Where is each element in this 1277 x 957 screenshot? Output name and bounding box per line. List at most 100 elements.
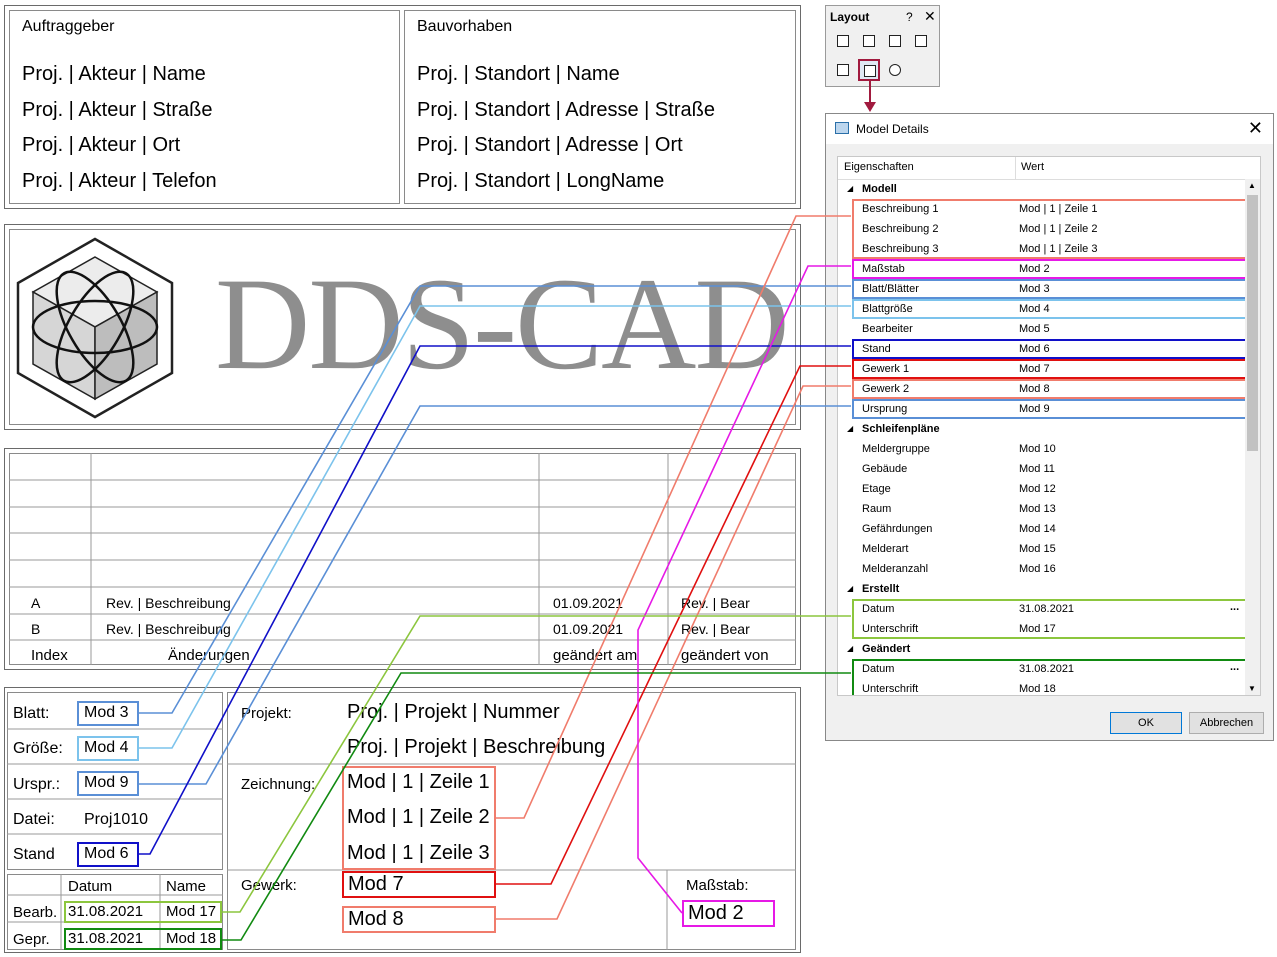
gepr-label: Gepr. <box>13 931 50 948</box>
grid-scrollbar[interactable]: ▲ ▼ <box>1245 179 1260 695</box>
property-name: Etage <box>862 483 891 495</box>
model-details-icon <box>864 65 876 77</box>
highlight-ursprung <box>852 399 1247 419</box>
dialog-title: Model Details <box>856 122 929 136</box>
collapse-triangle-icon[interactable]: ◢ <box>847 179 853 199</box>
urspr-value: Mod 9 <box>77 771 139 796</box>
model-tool-icon <box>837 35 849 47</box>
property-row[interactable]: Melderart Mod 15 <box>838 539 1248 559</box>
client-line: Proj. | Akteur | Telefon <box>22 170 217 192</box>
property-name: Gefährdungen <box>862 523 933 535</box>
property-row[interactable]: Gebäude Mod 11 <box>838 459 1248 479</box>
datei-value: Proj1010 <box>84 811 149 828</box>
category-row[interactable]: ◢ Schleifenpläne <box>838 419 1248 439</box>
gewerk-2-value: Mod 8 <box>342 906 496 933</box>
blatt-value: Mod 3 <box>77 701 139 726</box>
category-row[interactable]: ◢ Erstellt <box>838 579 1248 599</box>
layout-tool-3-button[interactable] <box>884 30 906 52</box>
collapse-triangle-icon[interactable]: ◢ <box>847 579 853 599</box>
highlight-gewerk1 <box>852 359 1247 379</box>
revision-by: Rev. | Bear <box>681 621 750 637</box>
property-name: Gebäude <box>862 463 908 475</box>
ellipsis-button[interactable]: ... <box>1230 601 1239 613</box>
layout-tool-7-button[interactable] <box>884 59 906 81</box>
category-row[interactable]: ◢ Modell <box>838 179 1248 199</box>
blatt-label: Blatt: <box>13 705 50 722</box>
layout-toolbar-title: Layout <box>830 10 870 24</box>
scroll-down-icon[interactable]: ▼ <box>1248 684 1256 693</box>
urspr-label: Urspr.: <box>13 776 61 793</box>
highlight-stand <box>852 339 1247 359</box>
revision-index: A <box>31 595 41 611</box>
cancel-button[interactable]: Abbrechen <box>1189 712 1264 734</box>
site-line: Proj. | Standort | Adresse | Straße <box>417 99 715 121</box>
stand-value: Mod 6 <box>77 842 139 867</box>
scroll-up-icon[interactable]: ▲ <box>1248 181 1256 190</box>
property-name: Geändert <box>862 643 911 655</box>
drawing-line-2: Mod | 1 | Zeile 2 <box>347 806 490 828</box>
property-row[interactable]: Raum Mod 13 <box>838 499 1248 519</box>
gewerk-label: Gewerk: <box>241 877 297 894</box>
site-title: Bauvorhaben <box>417 18 513 35</box>
gepr-name: Mod 18 <box>166 930 217 947</box>
layout-tool-2-button[interactable] <box>858 30 880 52</box>
category-row[interactable]: ◢ Geändert <box>838 639 1248 659</box>
property-value: Mod 5 <box>1019 323 1050 335</box>
logo-wordmark: DDS-CAD <box>215 250 790 397</box>
gepr-date: 31.08.2021 <box>68 930 144 947</box>
client-line: Proj. | Akteur | Name <box>22 63 206 85</box>
grid-header: Eigenschaften Wert <box>838 157 1260 180</box>
layout-tool-1-button[interactable] <box>832 30 854 52</box>
scroll-thumb[interactable] <box>1247 195 1258 451</box>
frame-tool-icon <box>915 35 927 47</box>
property-name: Schleifenpläne <box>862 423 940 435</box>
stand-label: Stand <box>13 846 55 863</box>
properties-grid: Eigenschaften Wert ◢ Modell Beschreibung 1… <box>837 156 1261 696</box>
client-line: Proj. | Akteur | Straße <box>22 99 213 121</box>
property-value: Mod 13 <box>1019 503 1056 515</box>
col-divider <box>1015 157 1016 179</box>
property-value: Mod 11 <box>1019 463 1055 475</box>
datum-header: Datum <box>68 878 113 895</box>
groesse-label: Größe: <box>13 740 63 757</box>
site-line: Proj. | Standort | LongName <box>417 170 665 192</box>
site-line: Proj. | Standort | Adresse | Ort <box>417 134 683 156</box>
dialog-close-icon[interactable]: ✕ <box>1248 118 1263 139</box>
property-value: Mod 10 <box>1019 443 1056 455</box>
bearb-name: Mod 17 <box>166 903 217 920</box>
projekt-number: Proj. | Projekt | Nummer <box>347 701 560 723</box>
collapse-triangle-icon[interactable]: ◢ <box>847 419 853 439</box>
datei-label: Datei: <box>13 811 55 828</box>
layout-tool-5-button[interactable] <box>832 59 854 81</box>
help-icon[interactable]: ? <box>906 10 913 24</box>
project-site-panel: Bauvorhaben Proj. | Standort | Name Proj… <box>404 10 796 204</box>
dialog-app-icon <box>835 122 849 134</box>
property-name: Melderart <box>862 543 909 555</box>
property-row[interactable]: Meldergruppe Mod 10 <box>838 439 1248 459</box>
property-name: Meldergruppe <box>862 443 930 455</box>
cloud-tool-icon <box>889 64 901 76</box>
massstab-label: Maßstab: <box>686 877 749 894</box>
close-icon[interactable]: ✕ <box>924 8 936 25</box>
property-row[interactable]: Bearbeiter Mod 5 <box>838 319 1248 339</box>
highlight-massstab <box>852 259 1247 279</box>
dds-logo-icon <box>16 237 174 419</box>
collapse-triangle-icon[interactable]: ◢ <box>847 639 853 659</box>
revision-header-by: geändert von <box>681 647 769 664</box>
pointer-arrow-icon <box>864 80 876 112</box>
highlight-geaendert <box>852 659 1247 695</box>
model-details-button[interactable] <box>858 59 880 81</box>
projekt-description: Proj. | Projekt | Beschreibung <box>347 736 606 758</box>
gewerk-1-value: Mod 7 <box>342 871 496 898</box>
property-name: Melderanzahl <box>862 563 929 575</box>
property-row[interactable]: Melderanzahl Mod 16 <box>838 559 1248 579</box>
highlight-blatt <box>852 279 1247 299</box>
layout-tool-4-button[interactable] <box>910 30 932 52</box>
property-row[interactable]: Etage Mod 12 <box>838 479 1248 499</box>
revision-desc: Rev. | Beschreibung <box>106 621 231 637</box>
highlight-gewerk2 <box>852 379 1247 399</box>
bearb-date: 31.08.2021 <box>68 903 144 920</box>
ellipsis-button[interactable]: ... <box>1230 661 1239 673</box>
ok-button[interactable]: OK <box>1110 712 1182 734</box>
property-row[interactable]: Gefährdungen Mod 14 <box>838 519 1248 539</box>
